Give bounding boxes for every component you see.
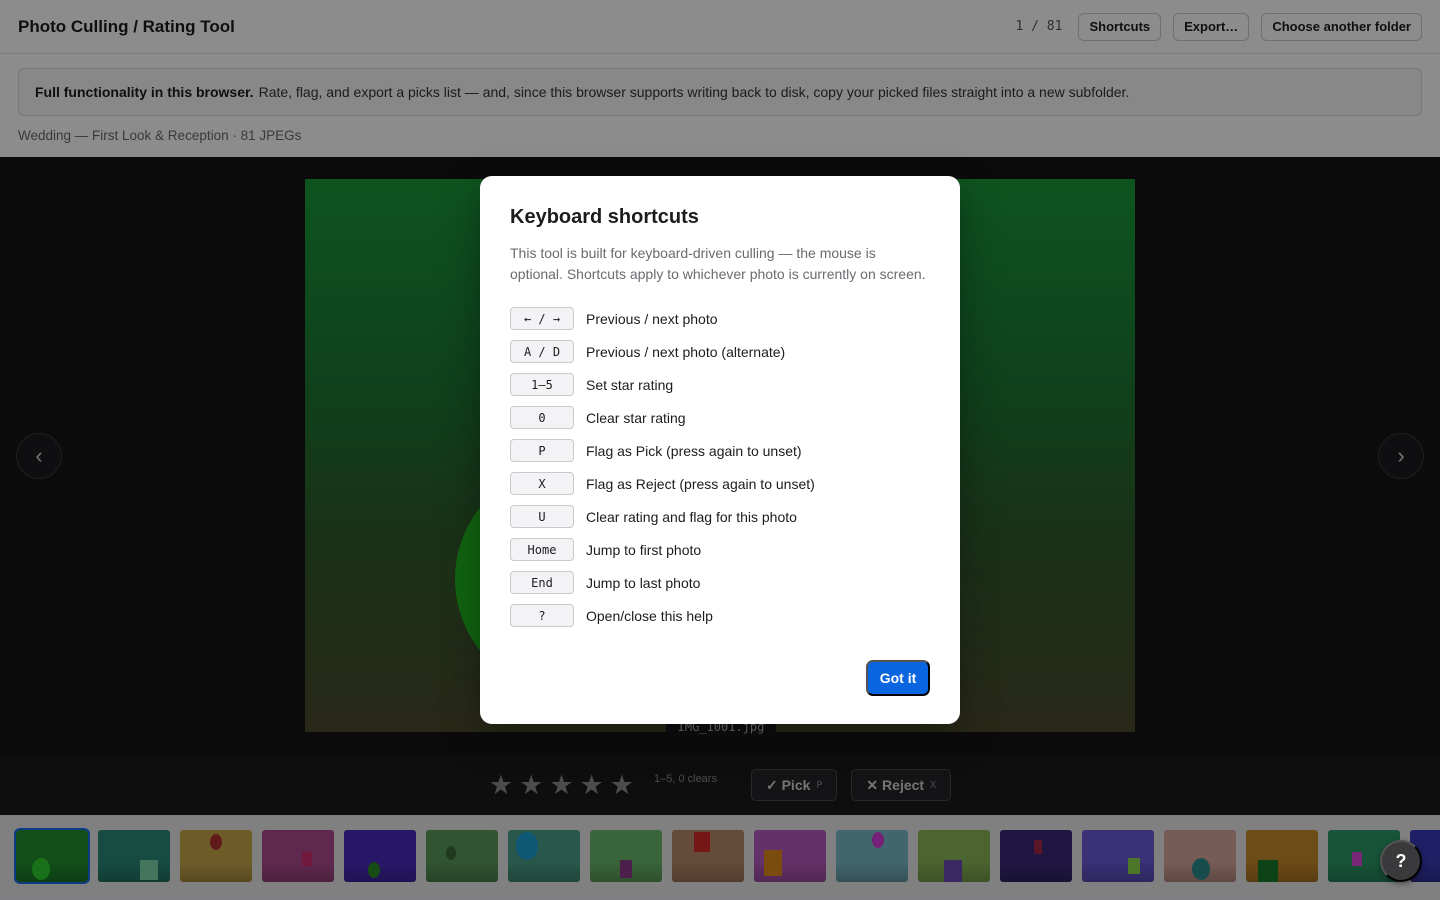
shortcut-description: Flag as Reject (press again to unset) <box>586 475 815 492</box>
shortcut-description: Previous / next photo <box>586 310 718 327</box>
shortcut-key: ← / → <box>510 307 574 330</box>
shortcut-key: ? <box>510 604 574 627</box>
shortcut-row: U Clear rating and flag for this photo <box>510 500 930 533</box>
dialog-description: This tool is built for keyboard-driven c… <box>510 245 926 282</box>
shortcut-row: Home Jump to first photo <box>510 533 930 566</box>
shortcut-key: End <box>510 571 574 594</box>
shortcut-description: Open/close this help <box>586 607 713 624</box>
shortcut-description: Flag as Pick (press again to unset) <box>586 442 802 459</box>
shortcut-key: 0 <box>510 406 574 429</box>
dialog-title: Keyboard shortcuts <box>510 206 699 228</box>
shortcut-row: A / D Previous / next photo (alternate) <box>510 335 930 368</box>
shortcut-row: ← / → Previous / next photo <box>510 302 930 335</box>
shortcut-description: Previous / next photo (alternate) <box>586 343 786 360</box>
keyboard-shortcuts-dialog: Keyboard shortcuts This tool is built fo… <box>480 176 960 724</box>
shortcut-row: End Jump to last photo <box>510 566 930 599</box>
shortcut-row: 1–5 Set star rating <box>510 368 930 401</box>
shortcut-row: ? Open/close this help <box>510 599 930 632</box>
shortcut-key: P <box>510 439 574 462</box>
shortcut-description: Clear star rating <box>586 409 686 426</box>
shortcut-description: Jump to last photo <box>586 574 701 591</box>
shortcut-description: Set star rating <box>586 376 674 393</box>
shortcut-row: 0 Clear star rating <box>510 401 930 434</box>
help-button[interactable]: ? <box>1380 840 1422 882</box>
shortcut-key: X <box>510 472 574 495</box>
shortcut-key: U <box>510 505 574 528</box>
shortcut-row: X Flag as Reject (press again to unset) <box>510 467 930 500</box>
shortcut-row: P Flag as Pick (press again to unset) <box>510 434 930 467</box>
shortcut-list: ← / → Previous / next photo A / D Previous… <box>510 302 930 632</box>
shortcut-key: A / D <box>510 340 574 363</box>
shortcut-description: Jump to first photo <box>586 541 702 558</box>
shortcut-key: 1–5 <box>510 373 574 396</box>
shortcut-description: Clear rating and flag for this photo <box>586 508 797 525</box>
got-it-button[interactable]: Got it <box>866 660 930 696</box>
shortcut-key: Home <box>510 538 574 561</box>
